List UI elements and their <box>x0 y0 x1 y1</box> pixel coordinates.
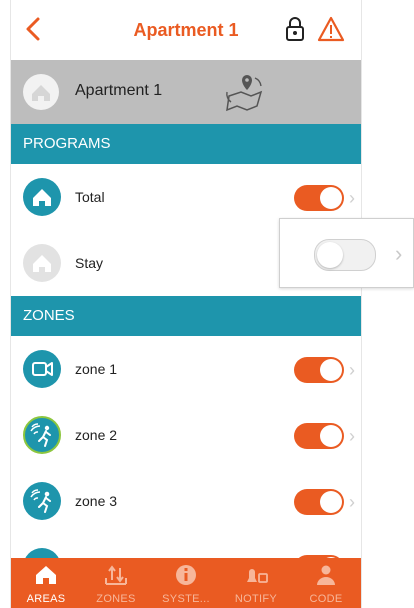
bottom-nav: AREAS ZONES SYSTE... NOTIFY CODE <box>11 558 361 608</box>
chevron-right-icon[interactable]: › <box>349 492 355 513</box>
zones-section-header: ZONES <box>11 296 361 336</box>
nav-label: AREAS <box>26 593 66 605</box>
program-total-toggle[interactable] <box>294 185 344 211</box>
top-bar: Apartment 1 <box>11 0 361 61</box>
zone-label: zone 1 <box>75 361 118 377</box>
camera-icon <box>23 350 61 388</box>
stay-toggle-zoom: › <box>279 218 414 288</box>
lock-icon[interactable] <box>284 16 306 42</box>
nav-zones[interactable]: ZONES <box>81 558 151 608</box>
home-icon <box>23 244 61 282</box>
notify-icon <box>247 569 268 583</box>
nav-code[interactable]: CODE <box>291 558 361 608</box>
user-icon <box>317 565 335 585</box>
nav-areas[interactable]: AREAS <box>11 558 81 608</box>
map-pin-icon[interactable] <box>221 72 265 112</box>
nav-label: ZONES <box>96 593 136 605</box>
nav-label: CODE <box>309 593 343 605</box>
page-title: Apartment 1 <box>133 20 239 40</box>
chevron-right-icon[interactable]: › <box>349 188 355 209</box>
home-icon <box>36 566 56 584</box>
zone-2-toggle[interactable] <box>294 423 344 449</box>
program-label: Stay <box>75 255 104 271</box>
zone-label: zone 3 <box>75 493 118 509</box>
zone-row-3[interactable]: zone 3 › <box>11 468 361 535</box>
chevron-right-icon[interactable]: › <box>349 426 355 447</box>
chevron-right-icon[interactable]: › <box>349 360 355 381</box>
home-icon <box>23 178 61 216</box>
motion-sensor-icon <box>23 416 61 454</box>
phone-screen: Apartment 1 Apartment 1 PROGRAMS Total ›… <box>10 0 362 608</box>
info-icon <box>176 565 196 585</box>
zone-1-toggle[interactable] <box>294 357 344 383</box>
zone-3-toggle[interactable] <box>294 489 344 515</box>
zone-row-2[interactable]: zone 2 › <box>11 402 361 469</box>
chevron-right-icon[interactable]: › <box>395 241 402 267</box>
warning-icon[interactable] <box>317 16 345 42</box>
zone-row-1[interactable]: zone 1 › <box>11 336 361 403</box>
nav-system[interactable]: SYSTE... <box>151 558 221 608</box>
area-row[interactable]: Apartment 1 <box>11 60 361 124</box>
nav-notify[interactable]: NOTIFY <box>221 558 291 608</box>
zones-icon <box>105 565 127 585</box>
program-stay-toggle[interactable] <box>314 239 376 271</box>
motion-sensor-icon <box>23 482 61 520</box>
programs-section-header: PROGRAMS <box>11 124 361 164</box>
zone-label: zone 2 <box>75 427 118 443</box>
program-label: Total <box>75 189 105 205</box>
home-icon <box>23 74 59 110</box>
area-name: Apartment 1 <box>75 82 163 99</box>
nav-label: SYSTE... <box>162 593 210 605</box>
nav-label: NOTIFY <box>234 593 278 605</box>
